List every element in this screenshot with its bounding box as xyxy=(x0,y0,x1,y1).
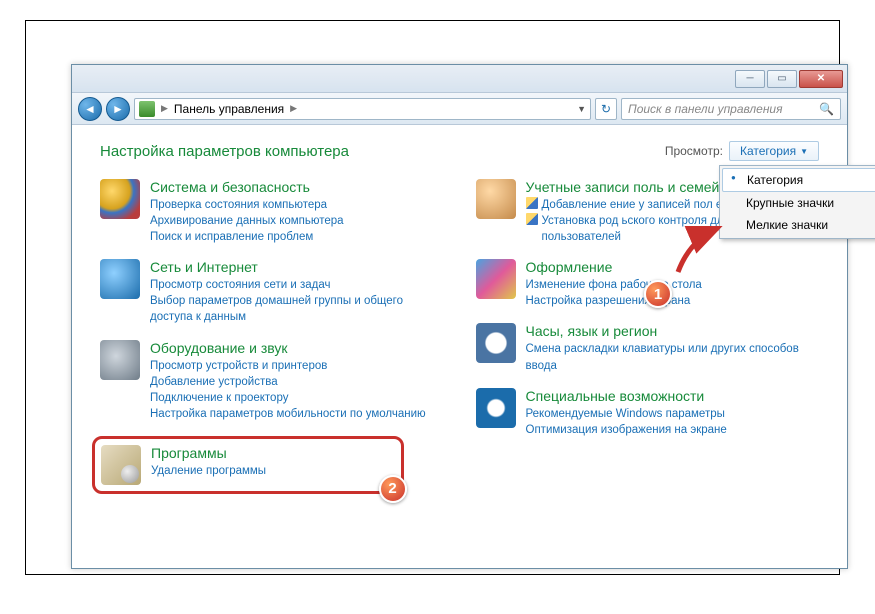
category-link[interactable]: Смена раскладки клавиатуры или других сп… xyxy=(526,341,820,373)
category-link[interactable]: Настройка разрешения экрана xyxy=(526,293,820,309)
category-link[interactable]: Добавление устройства xyxy=(150,374,444,390)
forward-button[interactable]: ► xyxy=(106,97,130,121)
globe-icon xyxy=(100,259,140,299)
navbar: ◄ ► ▶ Панель управления ▶ ▼ ↻ Поиск в па… xyxy=(72,93,847,125)
dropdown-item-category[interactable]: Категория xyxy=(722,168,875,192)
category-title[interactable]: Программы xyxy=(151,445,387,461)
view-label: Просмотр: xyxy=(665,144,723,158)
category-title[interactable]: Часы, язык и регион xyxy=(526,323,820,339)
annotation-badge-1: 1 xyxy=(644,280,672,308)
uac-shield-icon xyxy=(526,213,538,225)
category-clock: Часы, язык и регион Смена раскладки клав… xyxy=(476,323,820,373)
view-mode-button[interactable]: Категория ▼ xyxy=(729,141,819,161)
category-title[interactable]: Система и безопасность xyxy=(150,179,444,195)
dropdown-item-large-icons[interactable]: Крупные значки xyxy=(722,192,875,214)
appearance-icon xyxy=(476,259,516,299)
back-button[interactable]: ◄ xyxy=(78,97,102,121)
category-link[interactable]: Подключение к проектору xyxy=(150,390,444,406)
address-bar[interactable]: ▶ Панель управления ▶ ▼ xyxy=(134,98,591,120)
printer-icon xyxy=(100,340,140,380)
content-header: Настройка параметров компьютера Просмотр… xyxy=(100,141,819,161)
category-link[interactable]: Архивирование данных компьютера xyxy=(150,213,444,229)
clock-icon xyxy=(476,323,516,363)
category-link[interactable]: Изменение фона рабочего стола xyxy=(526,277,820,293)
category-title[interactable]: Оформление xyxy=(526,259,820,275)
accessibility-icon xyxy=(476,388,516,428)
minimize-button[interactable]: ─ xyxy=(735,70,765,88)
category-link[interactable]: Просмотр состояния сети и задач xyxy=(150,277,444,293)
shield-icon xyxy=(100,179,140,219)
category-link[interactable]: Оптимизация изображения на экране xyxy=(526,422,820,438)
chevron-down-icon: ▼ xyxy=(800,147,808,156)
page-title: Настройка параметров компьютера xyxy=(100,143,349,160)
category-columns: Система и безопасность Проверка состояни… xyxy=(100,179,819,494)
search-input[interactable]: Поиск в панели управления 🔍 xyxy=(621,98,841,120)
view-mode-value: Категория xyxy=(740,144,796,158)
category-link[interactable]: Просмотр устройств и принтеров xyxy=(150,358,444,374)
chevron-icon: ▶ xyxy=(290,103,297,114)
outer-frame: ─ ▭ ✕ ◄ ► ▶ Панель управления ▶ ▼ ↻ Поис… xyxy=(25,20,840,575)
control-panel-icon xyxy=(139,101,155,117)
programs-icon xyxy=(101,445,141,485)
category-network: Сеть и Интернет Просмотр состояния сети … xyxy=(100,259,444,325)
left-column: Система и безопасность Проверка состояни… xyxy=(100,179,444,494)
highlight-programs: Программы Удаление программы 2 xyxy=(92,436,404,494)
category-link[interactable]: Настройка параметров мобильности по умол… xyxy=(150,406,444,422)
chevron-icon: ▶ xyxy=(161,103,168,114)
category-title[interactable]: Сеть и Интернет xyxy=(150,259,444,275)
refresh-button[interactable]: ↻ xyxy=(595,98,617,120)
address-text: Панель управления xyxy=(174,102,284,116)
close-button[interactable]: ✕ xyxy=(799,70,843,88)
titlebar: ─ ▭ ✕ xyxy=(72,65,847,93)
view-dropdown-menu: Категория Крупные значки Мелкие значки xyxy=(719,165,875,239)
category-title[interactable]: Специальные возможности xyxy=(526,388,820,404)
category-link[interactable]: Проверка состояния компьютера xyxy=(150,197,444,213)
control-panel-window: ─ ▭ ✕ ◄ ► ▶ Панель управления ▶ ▼ ↻ Поис… xyxy=(71,64,848,569)
address-dropdown-icon[interactable]: ▼ xyxy=(577,104,586,114)
category-link[interactable]: Рекомендуемые Windows параметры xyxy=(526,406,820,422)
uac-shield-icon xyxy=(526,197,538,209)
category-system-security: Система и безопасность Проверка состояни… xyxy=(100,179,444,245)
category-hardware: Оборудование и звук Просмотр устройств и… xyxy=(100,340,444,422)
category-link[interactable]: Поиск и исправление проблем xyxy=(150,229,444,245)
category-accessibility: Специальные возможности Рекомендуемые Wi… xyxy=(476,388,820,438)
category-title[interactable]: Оборудование и звук xyxy=(150,340,444,356)
maximize-button[interactable]: ▭ xyxy=(767,70,797,88)
search-icon: 🔍 xyxy=(819,102,834,116)
category-link[interactable]: Удаление программы xyxy=(151,463,387,479)
users-icon xyxy=(476,179,516,219)
category-link[interactable]: Выбор параметров домашней группы и общег… xyxy=(150,293,444,325)
category-programs: Программы Удаление программы xyxy=(101,445,387,485)
annotation-badge-2: 2 xyxy=(379,475,407,503)
search-placeholder: Поиск в панели управления xyxy=(628,102,783,116)
dropdown-item-small-icons[interactable]: Мелкие значки xyxy=(722,214,875,236)
